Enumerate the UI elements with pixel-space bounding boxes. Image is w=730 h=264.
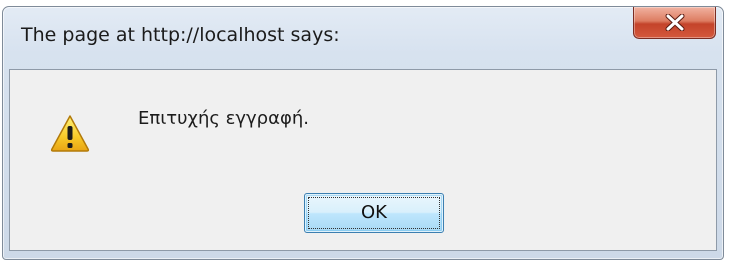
close-icon: [665, 14, 685, 31]
dialog-title: The page at http://localhost says:: [21, 24, 340, 46]
ok-button-label: OK: [361, 202, 387, 223]
dialog-message: Επιτυχής εγγραφή.: [138, 108, 309, 129]
warning-icon: [50, 115, 90, 152]
ok-button[interactable]: OK: [304, 193, 444, 233]
dialog-body: Επιτυχής εγγραφή. OK: [9, 69, 717, 251]
alert-dialog: The page at http://localhost says: Επιτυ…: [2, 6, 724, 260]
close-button[interactable]: [633, 7, 716, 39]
title-bar[interactable]: The page at http://localhost says:: [3, 7, 723, 69]
